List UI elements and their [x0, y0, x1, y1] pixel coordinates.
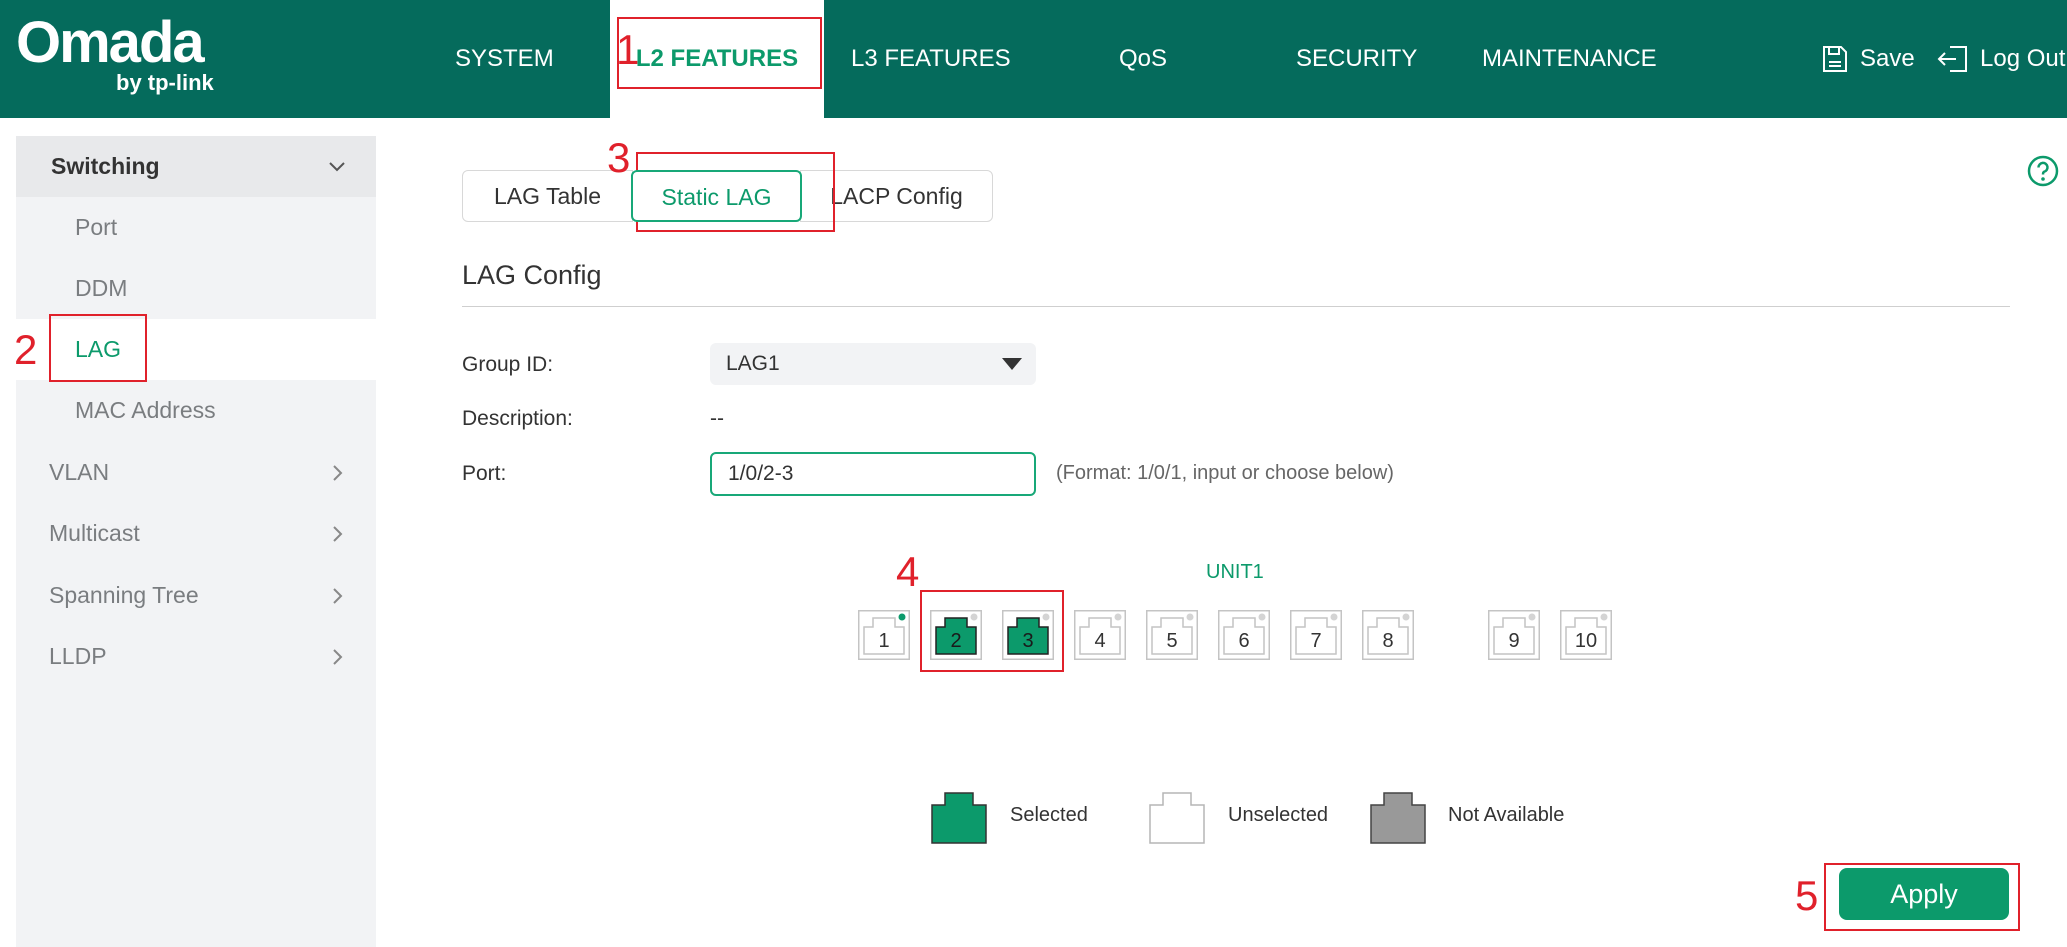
- legend-not-available: Not Available: [1448, 804, 1565, 826]
- sidebar-item-ddm[interactable]: DDM: [16, 258, 376, 319]
- logout-label: Log Out: [1980, 45, 2066, 72]
- port-led-icon: [1402, 613, 1410, 621]
- tab-static-lag[interactable]: Static LAG: [631, 170, 802, 222]
- annotation-number-4: 4: [896, 548, 920, 595]
- legend-unselected: Unselected: [1228, 804, 1329, 826]
- save-label: Save: [1860, 45, 1915, 72]
- port-led-icon: [1186, 613, 1194, 621]
- lag-tabs: LAG Table Static LAG LACP Config: [462, 170, 993, 222]
- sidebar-group-switching[interactable]: Switching: [16, 136, 376, 197]
- sidebar-item-port[interactable]: Port: [16, 197, 376, 258]
- group-id-label: Group ID:: [462, 353, 554, 376]
- selected-port-legend-icon: [931, 792, 987, 844]
- nav-security[interactable]: SECURITY: [1296, 0, 1417, 118]
- sidebar-item-label: DDM: [75, 275, 128, 301]
- annotation-number-1: 1: [616, 26, 640, 73]
- nav-maintenance[interactable]: MAINTENANCE: [1482, 0, 1657, 118]
- port-led-icon: [1114, 613, 1122, 621]
- port-number: 8: [1382, 630, 1394, 652]
- not-available-port-legend-icon: [1370, 792, 1426, 844]
- omada-logo: Omada by tp-link: [16, 10, 214, 96]
- dropdown-arrow-icon: [1002, 358, 1022, 370]
- unit-label: UNIT1: [1206, 561, 1264, 583]
- port-10[interactable]: 10: [1560, 610, 1612, 660]
- nav-qos[interactable]: QoS: [1119, 0, 1167, 118]
- port-led-icon: [898, 613, 906, 621]
- port-led-icon: [1258, 613, 1266, 621]
- sidebar-item-lldp[interactable]: LLDP: [16, 626, 376, 687]
- port-1[interactable]: 1: [858, 610, 910, 660]
- port-led-icon: [1528, 613, 1536, 621]
- port-number: 1: [878, 630, 890, 652]
- annotation-number-3: 3: [607, 134, 631, 181]
- top-nav-bar: Omada by tp-link SYSTEM L2 FEATURES L3 F…: [0, 0, 2067, 118]
- port-4[interactable]: 4: [1074, 610, 1126, 660]
- port-8[interactable]: 8: [1362, 610, 1414, 660]
- port-number: 9: [1508, 630, 1520, 652]
- section-title: LAG Config: [462, 260, 602, 290]
- logout-icon: [1937, 46, 1967, 72]
- port-number: 7: [1310, 630, 1322, 652]
- unselected-port-legend-icon: [1149, 792, 1205, 844]
- annotation-box-2: [49, 314, 147, 382]
- port-5[interactable]: 5: [1146, 610, 1198, 660]
- port-led-icon: [1330, 613, 1338, 621]
- logout-button[interactable]: Log Out: [1936, 0, 2065, 118]
- sidebar-item-label: Multicast: [49, 520, 140, 546]
- group-id-select[interactable]: LAG1: [710, 343, 1036, 385]
- chevron-right-icon: [333, 588, 343, 604]
- port-format-hint: (Format: 1/0/1, input or choose below): [1056, 462, 1394, 484]
- chevron-right-icon: [333, 649, 343, 665]
- annotation-number-2: 2: [14, 326, 38, 373]
- sidebar-item-vlan[interactable]: VLAN: [16, 442, 376, 503]
- port-label: Port:: [462, 462, 507, 485]
- annotation-number-5: 5: [1795, 872, 1819, 919]
- legend-selected: Selected: [1010, 804, 1088, 826]
- group-id-value: LAG1: [726, 352, 780, 375]
- logo-subtext: by tp-link: [116, 70, 214, 95]
- annotation-box-5: [1824, 863, 2020, 931]
- chevron-right-icon: [333, 526, 343, 542]
- annotation-box-4: [920, 590, 1064, 672]
- section-divider: [462, 306, 2010, 307]
- sidebar-item-multicast[interactable]: Multicast: [16, 503, 376, 564]
- port-7[interactable]: 7: [1290, 610, 1342, 660]
- port-9[interactable]: 9: [1488, 610, 1540, 660]
- chevron-right-icon: [333, 465, 343, 481]
- annotation-box-1: [617, 17, 822, 89]
- port-input[interactable]: [710, 452, 1036, 496]
- sidebar-item-label: Port: [75, 214, 118, 240]
- port-number: 4: [1094, 630, 1106, 652]
- port-number: 5: [1166, 630, 1178, 652]
- save-icon: [1823, 46, 1847, 72]
- sidebar-item-mac-address[interactable]: MAC Address: [16, 380, 376, 441]
- help-icon[interactable]: [2027, 155, 2059, 187]
- sidebar-item-spanning-tree[interactable]: Spanning Tree: [16, 565, 376, 626]
- description-value: --: [710, 407, 724, 430]
- port-number: 6: [1238, 630, 1250, 652]
- nav-system[interactable]: SYSTEM: [455, 0, 554, 118]
- chevron-down-icon: [329, 162, 345, 172]
- sidebar: Switching Port DDM LAG MAC Address VLAN …: [16, 136, 376, 947]
- description-label: Description:: [462, 407, 573, 430]
- sidebar-item-label: VLAN: [49, 459, 110, 485]
- logo-text: Omada: [16, 10, 205, 75]
- port-6[interactable]: 6: [1218, 610, 1270, 660]
- port-number: 10: [1574, 630, 1598, 652]
- sidebar-item-label: LLDP: [49, 643, 107, 669]
- port-led-icon: [1600, 613, 1608, 621]
- sidebar-group-label: Switching: [51, 153, 160, 179]
- sidebar-item-label: Spanning Tree: [49, 582, 199, 608]
- nav-l3-features[interactable]: L3 FEATURES: [851, 0, 1011, 118]
- save-button[interactable]: Save: [1820, 0, 1915, 118]
- sidebar-item-label: MAC Address: [75, 397, 216, 423]
